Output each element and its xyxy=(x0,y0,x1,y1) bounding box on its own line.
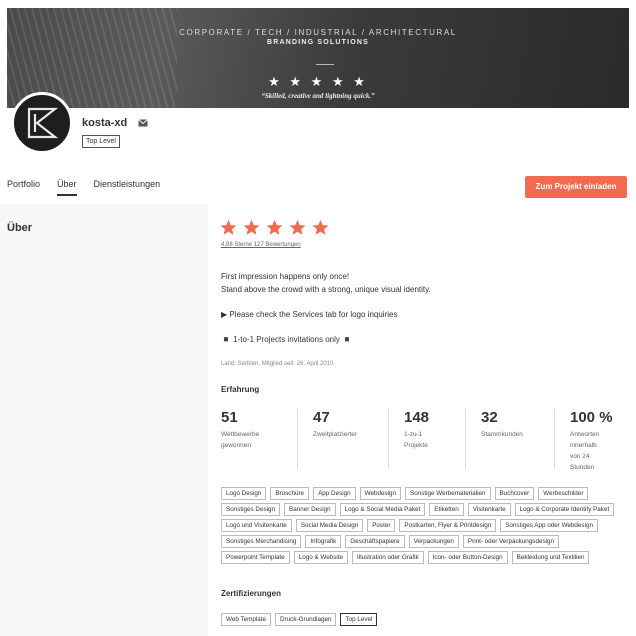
certification-badge: Web Template xyxy=(221,613,272,626)
skill-tag[interactable]: Logo und Visitenkarte xyxy=(221,519,292,532)
star-icon xyxy=(243,219,260,235)
stat-contests-won: 51 Wettbewerbe gewonnen xyxy=(221,409,291,451)
stat-label: Antworten innerhalb von 24 Stunden xyxy=(570,431,600,471)
skill-tag[interactable]: Sonstiges Design xyxy=(221,503,281,516)
skill-tag[interactable]: Visitenkarte xyxy=(467,503,511,516)
skill-tag[interactable]: Etiketten xyxy=(429,503,464,516)
profile-banner: CORPORATE / TECH / INDUSTRIAL / ARCHITEC… xyxy=(7,8,629,108)
skill-tag[interactable]: Postkarten, Flyer & Printdesign xyxy=(399,519,497,532)
skill-tag[interactable]: Sonstiges App oder Webdesign xyxy=(500,519,598,532)
bio-line: ▶ Please check the Services tab for logo… xyxy=(221,310,398,319)
k-logo-icon xyxy=(27,107,59,139)
skill-tag[interactable]: App Design xyxy=(313,487,356,500)
skill-tag[interactable]: Sonstiges Merchandising xyxy=(221,535,302,548)
mail-icon[interactable] xyxy=(138,119,148,127)
member-info: Land: Serbien, Mitglied seit: 26. April … xyxy=(221,361,334,367)
skill-tag[interactable]: Webdesign xyxy=(359,487,402,500)
bio-line: ◾ 1-to-1 Projects invitations only ◾ xyxy=(221,335,353,344)
stat-divider xyxy=(465,409,466,469)
stat-value: 51 xyxy=(221,409,238,426)
skill-tag[interactable]: Poster xyxy=(367,519,396,532)
experience-heading: Erfahrung xyxy=(221,385,260,394)
stat-divider xyxy=(388,409,389,469)
banner-divider xyxy=(316,64,334,65)
stat-label: 1-zu-1 Projekte xyxy=(404,431,428,449)
skill-tag[interactable]: Buchcover xyxy=(494,487,535,500)
star-icon xyxy=(220,219,237,235)
certifications-heading: Zertifizierungen xyxy=(221,589,282,598)
profile-tabs: Portfolio Über Dienstleistungen xyxy=(7,179,160,196)
skill-tag[interactable]: Logo & Website xyxy=(293,551,349,564)
stat-value: 32 xyxy=(481,409,498,426)
star-icon xyxy=(312,219,329,235)
stat-runner-up: 47 Zweitplatzierter xyxy=(313,409,383,440)
stat-one-to-one-projects: 148 1-zu-1 Projekte xyxy=(404,409,474,451)
banner-stars: ★ ★ ★ ★ ★ xyxy=(268,74,368,89)
skill-tag[interactable]: Broschüre xyxy=(270,487,310,500)
username: kosta-xd xyxy=(82,117,128,129)
stat-divider xyxy=(297,409,298,469)
stat-repeat-clients: 32 Stammkunden xyxy=(481,409,551,440)
skill-tag[interactable]: Illustration oder Grafik xyxy=(352,551,424,564)
skill-tag[interactable]: Infografik xyxy=(305,535,342,548)
stat-divider xyxy=(554,409,555,469)
banner-tagline: CORPORATE / TECH / INDUSTRIAL / ARCHITEC… xyxy=(179,28,457,37)
star-icon xyxy=(289,219,306,235)
star-icon xyxy=(266,219,283,235)
stat-value: 47 xyxy=(313,409,330,426)
avatar xyxy=(11,92,73,154)
tab-services[interactable]: Dienstleistungen xyxy=(94,179,161,196)
skill-tag[interactable]: Sonstige Werbematerialien xyxy=(405,487,491,500)
certification-list: Web Template Druck-Grundlagen Top Level xyxy=(221,613,378,626)
level-badge: Top Level xyxy=(82,135,120,148)
skill-tag[interactable]: Social Media Design xyxy=(295,519,364,532)
skill-tag[interactable]: Bekleidung und Textilien xyxy=(511,551,590,564)
skill-tag[interactable]: Logo Design xyxy=(221,487,267,500)
bio-line: Stand above the crowd with a strong, uni… xyxy=(221,285,431,294)
stat-response-rate: 100 % Antworten innerhalb von 24 Stunden xyxy=(570,409,626,473)
skill-tag[interactable]: Icon- oder Button-Design xyxy=(427,551,508,564)
banner-subtitle: BRANDING SOLUTIONS xyxy=(266,39,370,46)
skill-tag[interactable]: Print- oder Verpackungsdesign xyxy=(462,535,559,548)
certification-badge: Druck-Grundlagen xyxy=(275,613,337,626)
stat-label: Stammkunden xyxy=(481,431,523,438)
rating-stars xyxy=(220,219,329,236)
stat-value: 100 % xyxy=(570,409,613,426)
stat-label: Zweitplatzierter xyxy=(313,431,358,438)
skill-tags: Logo Design Broschüre App Design Webdesi… xyxy=(221,487,621,564)
section-title: Über xyxy=(7,222,33,234)
certification-badge: Top Level xyxy=(340,613,378,626)
invite-to-project-button[interactable]: Zum Projekt einladen xyxy=(525,176,627,198)
skill-tag[interactable]: Banner Design xyxy=(284,503,336,516)
tab-portfolio[interactable]: Portfolio xyxy=(7,179,40,196)
rating-summary-link[interactable]: 4,98 Sterne 127 Bewertungen xyxy=(221,242,301,248)
skill-tag[interactable]: Logo & Social Media Paket xyxy=(339,503,426,516)
bio-line: First impression happens only once! xyxy=(221,272,350,281)
skill-tag[interactable]: Logo & Corporate Identity Paket xyxy=(514,503,615,516)
skill-tag[interactable]: Werbeschilder xyxy=(538,487,589,500)
stat-label: Wettbewerbe gewonnen xyxy=(221,431,260,449)
tab-about[interactable]: Über xyxy=(57,179,77,196)
skill-tag[interactable]: Powerpoint Template xyxy=(221,551,290,564)
skill-tag[interactable]: Verpackungen xyxy=(408,535,459,548)
skill-tag[interactable]: Geschäftspapiere xyxy=(345,535,405,548)
banner-quote: “Skilled, creative and lightning quick.” xyxy=(261,92,375,100)
stat-value: 148 xyxy=(404,409,430,426)
